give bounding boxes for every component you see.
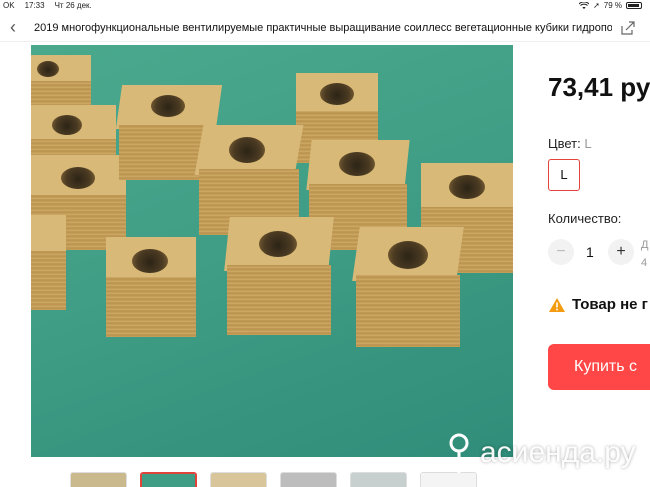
thumbnail-4[interactable] — [280, 472, 337, 487]
stock-warning-text: Товар не г — [572, 296, 648, 313]
product-photo-cube — [224, 217, 334, 335]
thumbnail-1[interactable] — [70, 472, 127, 487]
color-label-text: Цвет: — [548, 136, 581, 151]
product-price: 73,41 ру — [548, 72, 650, 102]
buy-now-button[interactable]: Купить с — [548, 344, 650, 390]
battery-percent: 79 % — [603, 1, 622, 10]
share-icon[interactable] — [620, 20, 636, 36]
thumbnail-image — [351, 473, 406, 487]
stock-warning: Товар не г — [548, 296, 648, 313]
location-icon: ➚ — [593, 1, 600, 10]
thumbnail-image — [71, 473, 126, 487]
date-label: Чт 26 дек. — [54, 1, 92, 10]
quantity-value[interactable]: 1 — [586, 244, 594, 260]
quantity-available-line: 4 — [641, 257, 648, 269]
warning-icon — [549, 297, 565, 312]
chevron-left-icon[interactable]: ‹ — [4, 18, 22, 38]
product-photo-cube — [352, 227, 464, 347]
color-label: Цвет: L — [548, 136, 592, 151]
quantity-increase-button[interactable]: + — [608, 239, 634, 265]
thumbnail-strip — [70, 472, 477, 487]
watermark: асиенда.ру — [442, 428, 642, 478]
product-photo-cube — [31, 215, 66, 310]
color-option-l[interactable]: L — [548, 159, 580, 191]
watermark-text: асиенда.ру — [480, 436, 636, 469]
status-bar: OK 17:33 Чт 26 дек. ➚ 79 % — [0, 0, 650, 12]
watermark-logo — [446, 433, 472, 473]
thumbnail-image — [281, 473, 336, 487]
carrier-label: OK — [3, 1, 15, 10]
page-title: 2019 многофункциональные вентилируемые п… — [34, 22, 612, 34]
battery-icon — [626, 2, 642, 9]
color-selected-value: L — [584, 136, 592, 151]
thumbnail-5[interactable] — [350, 472, 407, 487]
thumbnail-image — [142, 474, 195, 487]
product-photo-cube — [106, 237, 196, 337]
product-image[interactable] — [31, 45, 513, 457]
quantity-label: Количество: — [548, 211, 622, 226]
title-bar: ‹ 2019 многофункциональные вентилируемые… — [0, 14, 650, 42]
thumbnail-image — [211, 473, 266, 487]
quantity-available: Д 4 — [641, 236, 648, 272]
thumbnail-3[interactable] — [210, 472, 267, 487]
clock: 17:33 — [24, 1, 45, 10]
wifi-icon — [579, 1, 590, 9]
quantity-decrease-button[interactable]: − — [548, 239, 574, 265]
thumbnail-2[interactable] — [140, 472, 197, 487]
quantity-available-line: Д — [641, 239, 649, 251]
